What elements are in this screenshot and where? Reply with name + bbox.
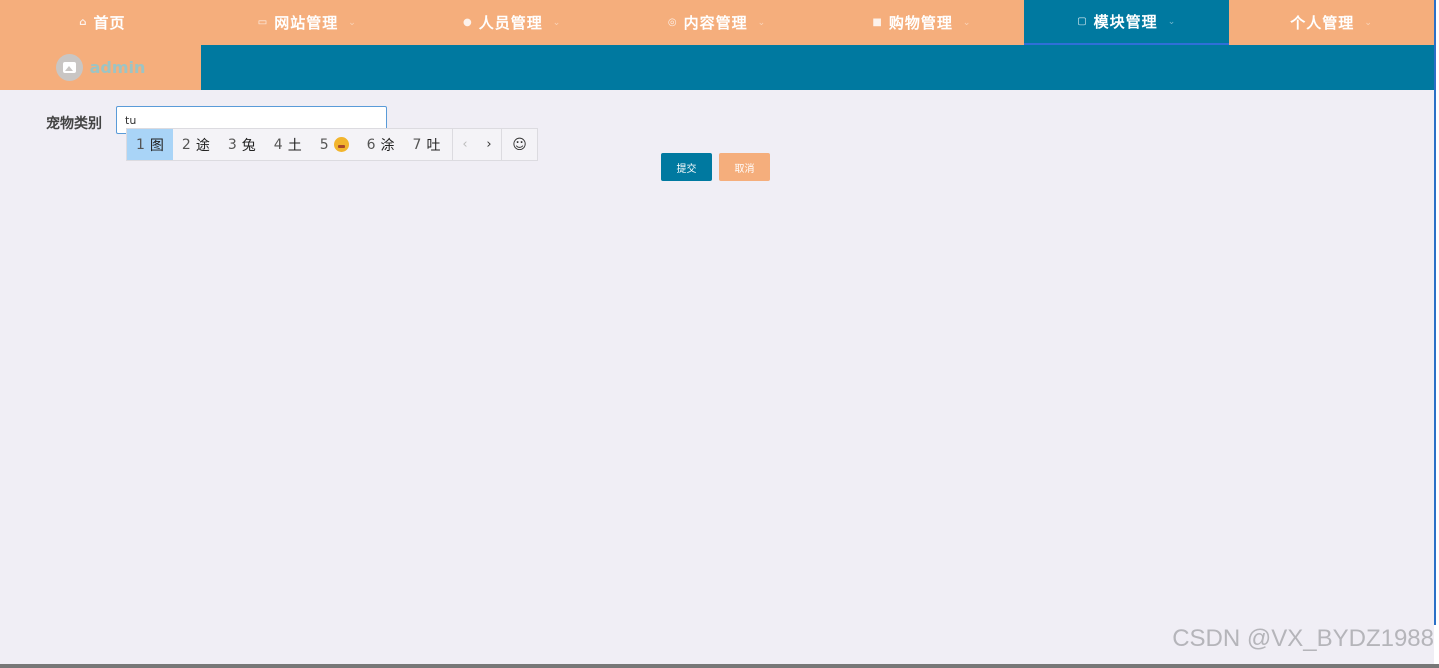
- nav-item-label: 人员管理: [478, 14, 543, 32]
- grimace-emoji-icon: [333, 137, 349, 152]
- ime-candidate[interactable]: 5: [311, 129, 358, 160]
- ime-candidate[interactable]: 1图: [127, 129, 173, 160]
- ime-candidate[interactable]: 3兔: [219, 129, 265, 160]
- candidate-number: 5: [319, 136, 329, 153]
- ime-candidate[interactable]: 4土: [265, 129, 311, 160]
- candidate-number: 3: [227, 136, 237, 153]
- chevron-down-icon: ⌄: [552, 17, 562, 28]
- submit-button[interactable]: 提交: [661, 153, 712, 181]
- nav-item-5[interactable]: ■ 购物管理 ⌄: [819, 0, 1024, 45]
- nav-item-1[interactable]: ⌂ 首页: [0, 0, 205, 45]
- module-icon: ▢: [1077, 16, 1088, 27]
- nav-item-label: 网站管理: [274, 14, 339, 32]
- watermark: CSDN @VX_BYDZ1988: [1172, 625, 1434, 652]
- bag-icon: ■: [872, 17, 883, 28]
- ime-page-arrows: ‹ ›: [452, 129, 501, 160]
- ime-candidate-popup: 1 图 2 途 3 兔 4 土 5 6 涂 7 吐 ‹ › ☺: [126, 128, 538, 161]
- top-navigation: ⌂ 首页 ▭ 网站管理 ⌄ ● 人员管理 ⌄ ◎ 内容管理 ⌄ ■ 购物管理 ⌄ ▢ 模块管理 ⌄ 个人管理 ⌄: [0, 0, 1434, 45]
- candidate-number: 7: [412, 136, 422, 153]
- content-icon: ◎: [667, 17, 678, 28]
- nav-item-4[interactable]: ◎ 内容管理 ⌄: [615, 0, 820, 45]
- nav-item-7[interactable]: 个人管理 ⌄: [1229, 0, 1434, 45]
- chevron-right-icon[interactable]: ›: [477, 129, 501, 160]
- candidate-number: 1: [136, 136, 145, 153]
- window-edge: [1434, 0, 1439, 668]
- emoji-picker-icon[interactable]: ☺: [501, 129, 537, 160]
- ime-candidate[interactable]: 6涂: [358, 129, 404, 160]
- nav-item-label: 个人管理: [1290, 14, 1355, 32]
- candidate-text: 土: [287, 137, 302, 154]
- user-box[interactable]: admin: [0, 45, 201, 90]
- username: admin: [89, 58, 146, 77]
- nav-item-label: 首页: [93, 14, 126, 32]
- candidate-number: 2: [181, 136, 191, 153]
- pet-category-label: 宠物类别: [46, 116, 102, 132]
- nav-item-2[interactable]: ▭ 网站管理 ⌄: [205, 0, 410, 45]
- nav-item-label: 购物管理: [888, 14, 953, 32]
- chevron-down-icon: ⌄: [348, 17, 357, 28]
- chevron-down-icon: ⌄: [1167, 16, 1177, 27]
- home-icon: ⌂: [79, 17, 88, 28]
- sub-header-bar: admin: [0, 45, 1434, 90]
- nav-item-6[interactable]: ▢ 模块管理 ⌄: [1024, 0, 1230, 45]
- candidate-text: 图: [149, 137, 164, 154]
- candidate-number: 6: [366, 136, 376, 153]
- candidate-text: 途: [195, 137, 210, 154]
- ime-candidate[interactable]: 7吐: [404, 129, 450, 160]
- candidate-text: 涂: [380, 137, 395, 154]
- avatar-image-icon: [55, 54, 83, 81]
- chevron-down-icon: ⌄: [1364, 17, 1373, 28]
- ime-candidate[interactable]: 2途: [173, 129, 219, 160]
- candidate-text: 吐: [426, 137, 441, 154]
- nav-item-label: 内容管理: [683, 14, 748, 32]
- candidate-text: 兔: [241, 137, 256, 154]
- window-bottom-border: [0, 664, 1439, 668]
- chevron-down-icon: ⌄: [757, 17, 767, 28]
- monitor-icon: ▭: [257, 17, 269, 28]
- chevron-down-icon: ⌄: [962, 17, 972, 28]
- cancel-button[interactable]: 取消: [719, 153, 770, 181]
- candidate-number: 4: [273, 136, 283, 153]
- chevron-left-icon[interactable]: ‹: [453, 129, 477, 160]
- user-icon: ●: [463, 17, 473, 28]
- nav-item-label: 模块管理: [1093, 13, 1158, 31]
- nav-item-3[interactable]: ● 人员管理 ⌄: [410, 0, 615, 45]
- page: ⌂ 首页 ▭ 网站管理 ⌄ ● 人员管理 ⌄ ◎ 内容管理 ⌄ ■ 购物管理 ⌄ ▢ 模块管理 ⌄ 个人管理 ⌄ a…: [0, 0, 1439, 668]
